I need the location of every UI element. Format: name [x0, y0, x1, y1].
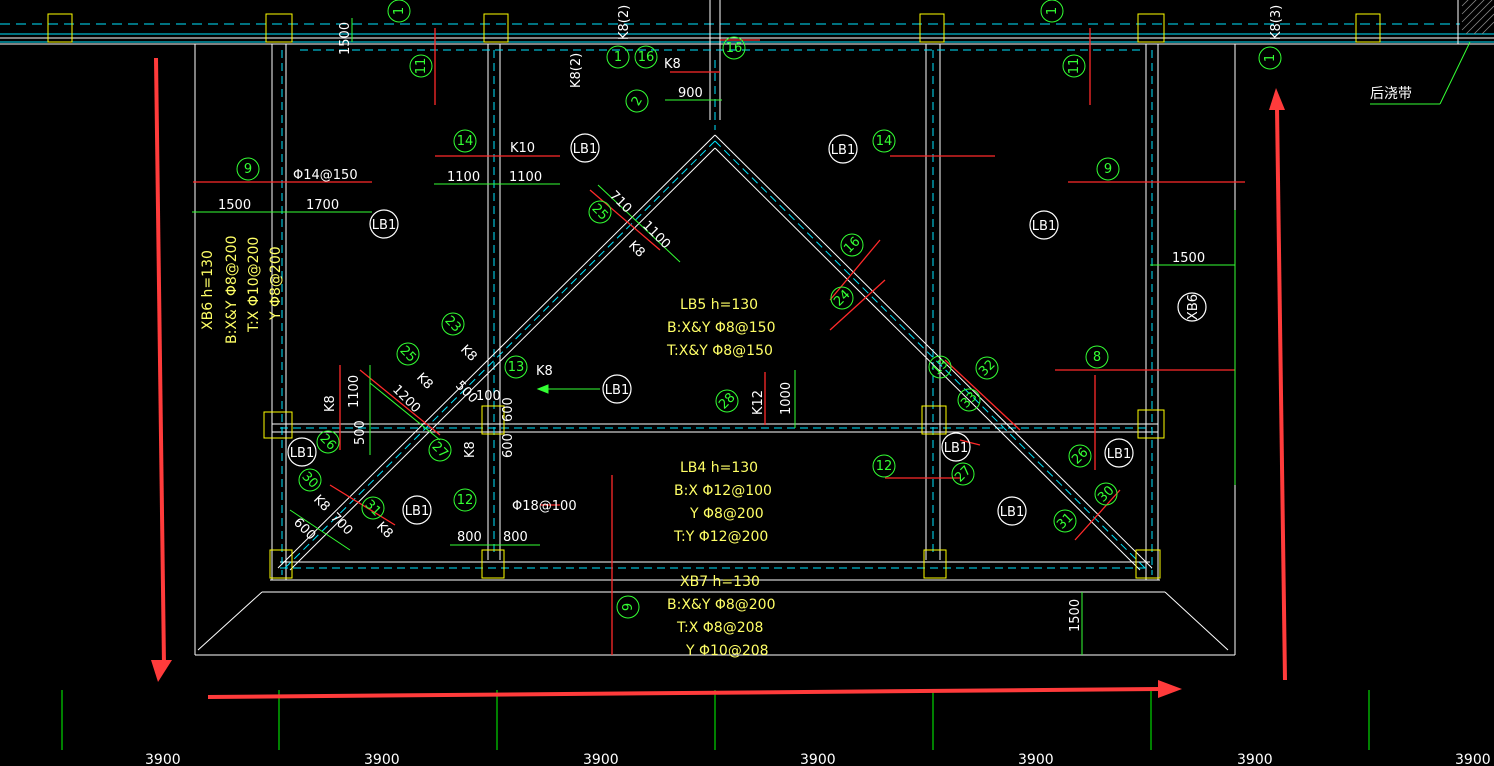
bar-num: 13: [508, 360, 525, 375]
xb6-tag: XB6: [1186, 294, 1201, 320]
dim-text: 500: [353, 420, 368, 445]
xb6-title: XB6 h=130: [200, 250, 216, 330]
dim-text: 100: [476, 389, 501, 404]
axis-dim-7: 3900: [1455, 752, 1491, 766]
k12-mark: K12: [751, 390, 766, 415]
lb4-title: LB4 h=130: [680, 460, 758, 476]
lb5-title: LB5 h=130: [680, 297, 758, 313]
xb6-top-x: T:X Φ10@200: [246, 237, 262, 333]
lb5-note: LB5 h=130 B:X&Y Φ8@150 T:X&Y Φ8@150: [666, 297, 775, 359]
k8-3-mark: K8(3): [1269, 5, 1284, 40]
dim-text: 1100: [347, 375, 362, 408]
k8-mark: K8: [310, 492, 332, 514]
lb4-bottom-y: Y Φ8@200: [689, 506, 764, 522]
bar-num: 12: [457, 493, 474, 508]
dim-text: 800: [457, 530, 482, 545]
lb5-top: T:X&Y Φ8@150: [666, 343, 773, 359]
lb1-tag: LB1: [605, 383, 629, 398]
bar-num: 11: [414, 58, 429, 75]
axis-dim-2: 3900: [364, 752, 400, 766]
structural-slab-drawing: 3900 3900 3900 3900 3900 3900 3900 LB1 L…: [0, 0, 1494, 766]
bar-num: 16: [638, 50, 655, 65]
dim-text: 600: [501, 397, 516, 422]
dim-text: 1500: [1172, 251, 1205, 266]
lb1-tag: LB1: [405, 504, 429, 519]
lb5-bottom: B:X&Y Φ8@150: [667, 320, 775, 336]
k10-mark: K10: [510, 141, 535, 156]
dim-text: 1200: [389, 382, 423, 416]
xb7-top-y: Y Φ10@208: [685, 643, 769, 659]
bar-num: 16: [726, 41, 743, 56]
lb1-tag: LB1: [944, 441, 968, 456]
lb1-tag: LB1: [1107, 447, 1131, 462]
bar-num: 9: [244, 162, 252, 177]
xb6-bottom: B:X&Y Φ8@200: [224, 236, 240, 344]
axis-dim-1: 3900: [145, 752, 181, 766]
axis-dim-6: 3900: [1237, 752, 1273, 766]
lb1-tag: LB1: [1000, 505, 1024, 520]
dim-text: 600: [501, 433, 516, 458]
bar-num: 9: [621, 603, 636, 611]
k8-mark: K8: [457, 342, 479, 364]
axis-dimension-row: 3900 3900 3900 3900 3900 3900 3900: [145, 752, 1491, 766]
xb7-title: XB7 h=130: [680, 574, 760, 590]
dim-text: 1700: [306, 198, 339, 213]
dim-text: 900: [678, 86, 703, 101]
bar-num: 12: [876, 459, 893, 474]
lb1-tag: LB1: [573, 142, 597, 157]
dim-text: 800: [503, 530, 528, 545]
k8-mark: K8: [323, 395, 338, 412]
k8-2-mark: K8(2): [617, 5, 632, 40]
lb4-bottom-x: B:X Φ12@100: [674, 483, 772, 499]
lb4-note: LB4 h=130 B:X Φ12@100 Y Φ8@200 T:Y Φ12@2…: [673, 460, 772, 545]
bar-num: 1: [1263, 54, 1278, 62]
xb7-bottom: B:X&Y Φ8@200: [667, 597, 775, 613]
hatch-pattern: [1461, 0, 1494, 35]
bar-num: 1: [392, 7, 407, 15]
lb1-tag: LB1: [372, 218, 396, 233]
bar-num: 9: [1104, 162, 1112, 177]
rebar-lines: [193, 28, 1245, 655]
bar-num: 14: [876, 134, 893, 149]
k8-mark: K8: [463, 441, 478, 458]
bar-num: 11: [1067, 58, 1082, 75]
axis-dim-5: 3900: [1018, 752, 1054, 766]
bar-num: 8: [1093, 350, 1101, 365]
post-pour-strip-label: 后浇带: [1370, 86, 1412, 102]
dim-text: 1500: [1068, 599, 1083, 632]
xb6-note: XB6 h=130 B:X&Y Φ8@200 T:X Φ10@200 Y Φ8@…: [200, 236, 284, 344]
axis-dim-4: 3900: [800, 752, 836, 766]
dim-text: 1100: [447, 170, 480, 185]
bar-number-circles: [236, 0, 1282, 619]
lb1-tag: LB1: [831, 143, 855, 158]
axis-lines: [61, 690, 1370, 750]
xb6-top-y: Y Φ8@200: [268, 246, 284, 321]
k8-mark: K8: [536, 364, 553, 379]
dim-text: 1000: [779, 382, 794, 415]
k8-mark: K8: [625, 238, 647, 260]
xb7-top-x: T:X Φ8@208: [676, 620, 763, 636]
bar-num: 14: [457, 134, 474, 149]
xb7-note: XB7 h=130 B:X&Y Φ8@200 T:X Φ8@208 Y Φ10@…: [667, 574, 775, 659]
k8-mark: K8: [413, 370, 435, 392]
bar-num: 2: [629, 94, 646, 109]
bar-num: 1: [1045, 7, 1060, 15]
k8-mark: K8: [664, 57, 681, 72]
phi14-mark: Φ14@150: [293, 168, 358, 183]
dimension-lines: [192, 18, 1236, 655]
dim-text: 1100: [509, 170, 542, 185]
axis-dim-3: 3900: [583, 752, 619, 766]
lb1-tag: LB1: [1032, 219, 1056, 234]
lb1-leader-arrow: [536, 384, 600, 394]
phi18-mark: Φ18@100: [512, 499, 577, 514]
dim-text: 1500: [338, 22, 353, 55]
k8-2-mark: K8(2): [569, 53, 584, 88]
dim-text: 1500: [218, 198, 251, 213]
bar-num: 1: [614, 50, 622, 65]
lb1-tag: LB1: [290, 446, 314, 461]
lb4-top-y: T:Y Φ12@200: [673, 529, 768, 545]
